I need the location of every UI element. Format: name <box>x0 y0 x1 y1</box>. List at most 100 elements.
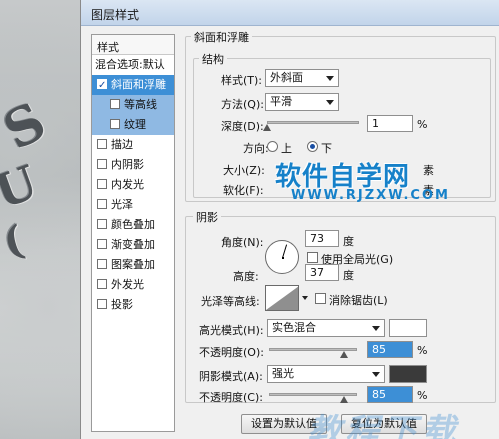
depth-slider[interactable] <box>267 121 359 124</box>
style-list-item[interactable]: 外发光 <box>92 275 174 295</box>
style-checkbox[interactable] <box>97 199 107 209</box>
angle-label: 角度(N): <box>221 236 264 249</box>
chevron-down-icon <box>372 372 380 377</box>
structure-title: 结构 <box>199 51 227 67</box>
style-list-item[interactable]: 描边 <box>92 135 174 155</box>
style-list-item[interactable]: 渐变叠加 <box>92 235 174 255</box>
title-bar: 图层样式 <box>81 0 499 26</box>
bevel-emboss-title: 斜面和浮雕 <box>191 29 252 45</box>
direction-down-label: 下 <box>321 142 332 155</box>
shadow-opacity-label: 不透明度(C): <box>199 391 263 404</box>
shadow-mode-value: 强光 <box>272 367 294 380</box>
style-list-item[interactable]: 斜面和浮雕 <box>92 75 174 95</box>
style-checkbox[interactable] <box>110 99 120 109</box>
style-checkbox[interactable] <box>97 239 107 249</box>
style-label: 样式(T): <box>221 74 263 87</box>
style-list-item[interactable]: 光泽 <box>92 195 174 215</box>
direction-up-label: 上 <box>281 142 292 155</box>
bevel-style-select[interactable]: 外斜面 <box>265 69 339 87</box>
gloss-contour-label: 光泽等高线: <box>201 295 260 308</box>
style-list-item-label: 斜面和浮雕 <box>111 78 166 91</box>
altitude-input[interactable]: 37 <box>305 264 339 281</box>
style-list-item-label: 图案叠加 <box>111 258 155 271</box>
style-checkbox[interactable] <box>97 139 107 149</box>
style-list-item-label: 内发光 <box>111 178 144 191</box>
style-list-item-label: 混合选项:默认 <box>95 58 165 71</box>
style-list-item-label: 内阴影 <box>111 158 144 171</box>
style-list-item[interactable]: 投影 <box>92 295 174 315</box>
gloss-contour-preview[interactable] <box>265 285 299 311</box>
direction-label: 方向: <box>243 142 269 155</box>
angle-dial[interactable] <box>265 240 299 274</box>
style-list-item-label: 光泽 <box>111 198 133 211</box>
shading-title: 阴影 <box>193 209 221 225</box>
styles-list: 样式 混合选项:默认斜面和浮雕等高线纹理描边内阴影内发光光泽颜色叠加渐变叠加图案… <box>91 34 175 432</box>
highlight-color-swatch[interactable] <box>389 319 427 337</box>
global-light-checkbox[interactable] <box>307 252 318 263</box>
chevron-down-icon <box>372 326 380 331</box>
style-checkbox[interactable] <box>97 159 107 169</box>
style-list-item-label: 描边 <box>111 138 133 151</box>
highlight-opacity-thumb[interactable] <box>339 351 348 358</box>
shadow-opacity-thumb[interactable] <box>339 396 348 403</box>
style-list-item[interactable]: 混合选项:默认 <box>92 55 174 75</box>
embossed-letter: U <box>0 154 45 220</box>
style-list-item[interactable]: 颜色叠加 <box>92 215 174 235</box>
highlight-mode-value: 实色混合 <box>272 321 316 334</box>
soften-label: 软化(F): <box>223 184 264 197</box>
style-list-item-label: 渐变叠加 <box>111 238 155 251</box>
highlight-opacity-label: 不透明度(O): <box>199 346 264 359</box>
style-list-item[interactable]: 纹理 <box>92 115 174 135</box>
style-checkbox[interactable] <box>97 219 107 229</box>
style-checkbox[interactable] <box>97 179 107 189</box>
style-list-item-label: 颜色叠加 <box>111 218 155 231</box>
altitude-unit: 度 <box>343 269 354 282</box>
direction-up-radio[interactable] <box>267 141 278 152</box>
highlight-opacity-input[interactable]: 85 <box>367 341 413 358</box>
style-list-item-label: 等高线 <box>124 98 157 111</box>
shadow-mode-label: 阴影模式(A): <box>199 370 263 383</box>
highlight-mode-label: 高光模式(H): <box>199 324 264 337</box>
style-checkbox[interactable] <box>97 259 107 269</box>
chevron-down-icon[interactable] <box>302 296 308 300</box>
depth-input[interactable]: 1 <box>367 115 413 132</box>
embossed-letter: S <box>0 90 56 163</box>
depth-slider-thumb[interactable] <box>263 124 271 131</box>
anti-alias-label: 消除锯齿(L) <box>329 294 388 307</box>
highlight-opacity-unit: % <box>417 344 428 357</box>
chevron-down-icon <box>326 76 334 81</box>
style-list-item-label: 投影 <box>111 298 133 311</box>
direction-down-radio[interactable] <box>307 141 318 152</box>
style-list-item[interactable]: 内阴影 <box>92 155 174 175</box>
altitude-label: 高度: <box>233 270 259 283</box>
layer-style-dialog: 图层样式 样式 混合选项:默认斜面和浮雕等高线纹理描边内阴影内发光光泽颜色叠加渐… <box>80 0 499 439</box>
style-checkbox[interactable] <box>97 299 107 309</box>
shadow-mode-select[interactable]: 强光 <box>267 365 385 383</box>
style-list-item-label: 外发光 <box>111 278 144 291</box>
shadow-opacity-input[interactable]: 85 <box>367 386 413 403</box>
style-list-item[interactable]: 图案叠加 <box>92 255 174 275</box>
technique-label: 方法(Q): <box>221 98 264 111</box>
size-unit: 素 <box>423 164 434 177</box>
document-canvas: S U ( <box>0 0 80 439</box>
size-label: 大小(Z): <box>223 164 265 177</box>
bevel-style-value: 外斜面 <box>270 71 303 84</box>
watermark-url: WWW.RJZXW.COM <box>291 188 450 203</box>
angle-unit: 度 <box>343 235 354 248</box>
embossed-letter: ( <box>0 216 29 267</box>
style-list-item[interactable]: 内发光 <box>92 175 174 195</box>
highlight-mode-select[interactable]: 实色混合 <box>267 319 385 337</box>
depth-unit: % <box>417 118 428 131</box>
styles-list-header[interactable]: 样式 <box>92 35 174 55</box>
style-checkbox[interactable] <box>97 279 107 289</box>
anti-alias-checkbox[interactable] <box>315 293 326 304</box>
shadow-color-swatch[interactable] <box>389 365 427 383</box>
style-checkbox[interactable] <box>110 119 120 129</box>
angle-input[interactable]: 73 <box>305 230 339 247</box>
style-checkbox[interactable] <box>97 76 107 95</box>
technique-select[interactable]: 平滑 <box>265 93 339 111</box>
chevron-down-icon <box>326 100 334 105</box>
style-list-item[interactable]: 等高线 <box>92 95 174 115</box>
technique-value: 平滑 <box>270 95 292 108</box>
window-title: 图层样式 <box>91 8 140 22</box>
